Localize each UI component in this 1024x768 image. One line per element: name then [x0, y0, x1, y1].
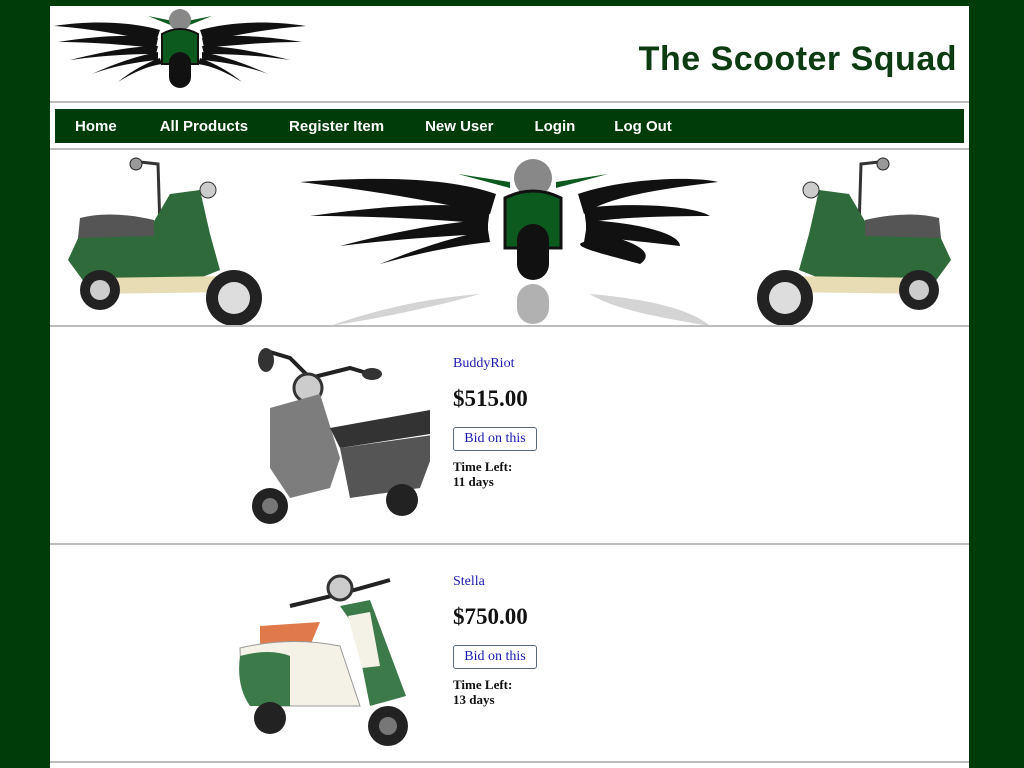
green-scooter-left-image	[68, 157, 262, 326]
time-left-value: 11 days	[453, 474, 494, 489]
main-nav: Home All Products Register Item New User…	[55, 109, 964, 143]
time-left-value: 13 days	[453, 692, 495, 707]
hero-banner	[50, 150, 969, 326]
site-header: The Scooter Squad	[50, 6, 969, 102]
time-left-label: Time Left:	[453, 459, 513, 474]
product-image-buddyriot[interactable]	[230, 338, 430, 530]
time-left-label: Time Left:	[453, 677, 513, 692]
winged-scooter-logo	[54, 9, 306, 88]
banner-divider	[50, 325, 969, 327]
winged-scooter-banner-logo	[300, 159, 718, 326]
product-divider	[50, 543, 969, 545]
product-card: Stella $750.00 Bid on this Time Left: 13…	[50, 546, 969, 762]
product-price: $515.00	[453, 386, 528, 411]
product-divider	[50, 761, 969, 763]
product-price: $750.00	[453, 604, 528, 629]
nav-home[interactable]: Home	[75, 118, 117, 135]
product-image-stella[interactable]	[230, 556, 430, 748]
header-divider	[50, 101, 969, 103]
nav-login[interactable]: Login	[534, 118, 575, 135]
nav-register-item[interactable]: Register Item	[289, 118, 384, 135]
bid-button[interactable]: Bid on this	[453, 645, 537, 669]
site-title: The Scooter Squad	[638, 40, 957, 78]
nav-new-user[interactable]: New User	[425, 118, 493, 135]
page: The Scooter Squad Home All Products Regi…	[50, 6, 969, 768]
nav-all-products[interactable]: All Products	[160, 118, 248, 135]
banner-artwork	[68, 157, 951, 326]
nav-log-out[interactable]: Log Out	[614, 118, 671, 135]
bid-button[interactable]: Bid on this	[453, 427, 537, 451]
green-scooter-right-image	[757, 157, 951, 326]
product-card: BuddyRiot $515.00 Bid on this Time Left:…	[50, 328, 969, 544]
product-name-link[interactable]: BuddyRiot	[453, 356, 514, 372]
product-name-link[interactable]: Stella	[453, 574, 485, 590]
